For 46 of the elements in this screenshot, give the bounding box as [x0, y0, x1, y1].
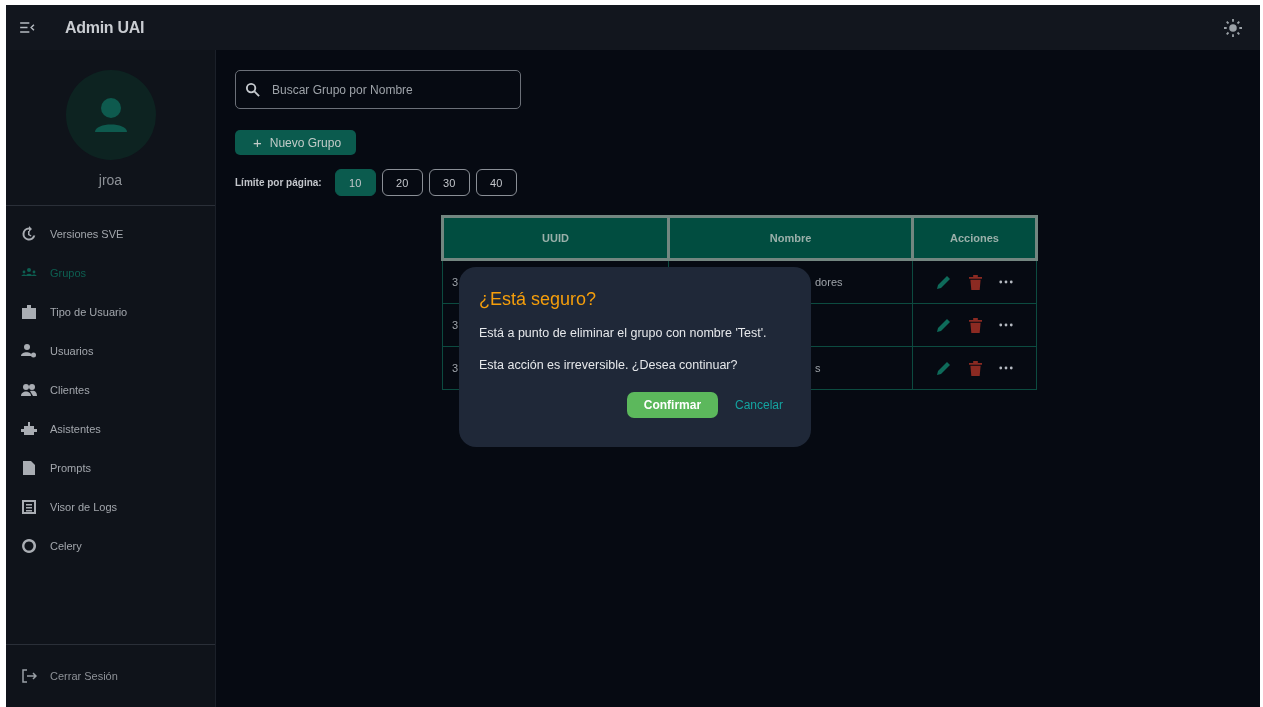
new-group-button[interactable]: + Nuevo Grupo	[235, 130, 357, 155]
nav-icon	[21, 303, 37, 320]
delete-icon[interactable]	[969, 274, 982, 290]
sidebar-item[interactable]: Prompts	[6, 448, 215, 487]
delete-icon[interactable]	[969, 360, 982, 376]
sidebar-item[interactable]: Versiones SVE	[6, 214, 215, 253]
sidebar-item[interactable]: Clientes	[6, 370, 215, 409]
more-icon[interactable]	[999, 323, 1013, 327]
edit-icon[interactable]	[936, 360, 952, 376]
column-header: Nombre	[668, 216, 913, 260]
more-icon[interactable]	[999, 366, 1013, 370]
page-limit-label: Límite por página:	[235, 177, 322, 188]
avatar-icon	[65, 70, 156, 160]
nav-icon	[21, 342, 37, 359]
nav-icon	[21, 381, 37, 398]
nav-icon	[21, 498, 37, 515]
more-icon[interactable]	[999, 280, 1013, 284]
logout-icon	[21, 668, 37, 684]
table-cell: s	[815, 362, 821, 374]
search-icon	[245, 82, 260, 97]
nav-icon	[21, 459, 37, 476]
delete-icon[interactable]	[969, 317, 982, 333]
theme-toggle-icon[interactable]	[1224, 18, 1242, 37]
cancel-button[interactable]: Cancelar	[734, 398, 783, 412]
nav-icon	[21, 420, 37, 437]
app-title: Admin UAI	[65, 18, 145, 37]
column-header: UUID	[442, 216, 669, 260]
sidebar-item[interactable]: Usuarios	[6, 331, 215, 370]
logout-item[interactable]: Cerrar Sesión	[6, 644, 215, 707]
nav-icon	[21, 225, 37, 242]
column-header: Acciones	[912, 216, 1037, 260]
page-limit-button[interactable]: 20	[381, 169, 423, 196]
menu-collapse-icon[interactable]	[20, 22, 35, 33]
table-cell: dores	[815, 276, 843, 288]
sidebar-item[interactable]: Tipo de Usuario	[6, 292, 215, 331]
edit-icon[interactable]	[936, 317, 952, 333]
search-field[interactable]: Buscar Grupo por Nombre	[235, 70, 521, 109]
page-limit-button[interactable]: 30	[428, 169, 470, 196]
nav-icon	[21, 537, 37, 554]
page-limit-button[interactable]: 40	[475, 169, 517, 196]
page-limit-button[interactable]: 10	[334, 169, 376, 196]
sidebar-item[interactable]: Visor de Logs	[6, 487, 215, 526]
sidebar-item[interactable]: Asistentes	[6, 409, 215, 448]
user-name: jroa	[98, 172, 123, 188]
edit-icon[interactable]	[936, 274, 952, 290]
sidebar-item[interactable]: Celery	[6, 526, 215, 565]
